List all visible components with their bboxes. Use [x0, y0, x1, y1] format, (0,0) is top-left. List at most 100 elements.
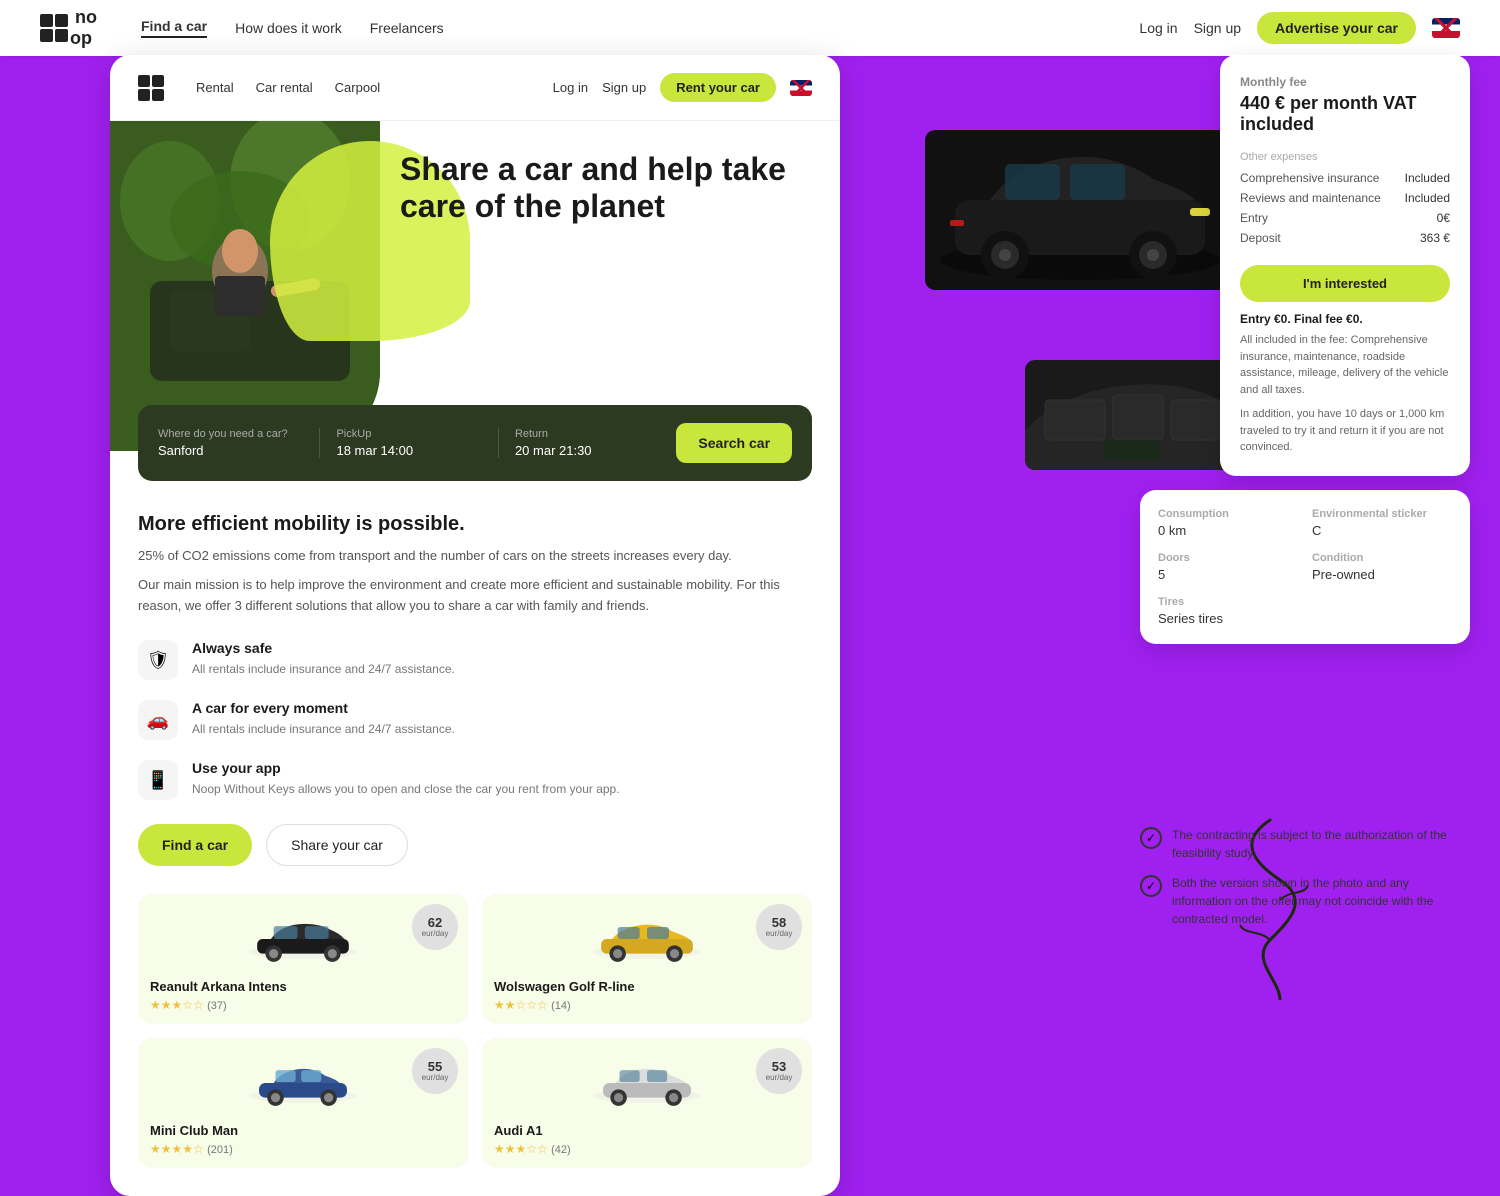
expense-value-2: 0€ [1437, 211, 1450, 225]
top-logo: noop [40, 7, 97, 49]
feature-car-desc: All rentals include insurance and 24/7 a… [192, 720, 455, 738]
car-svg-2 [248, 1055, 358, 1110]
return-value[interactable]: 20 mar 21:30 [515, 443, 660, 458]
card-login[interactable]: Log in [553, 80, 588, 95]
big-car-svg [925, 130, 1235, 290]
doors-label: Doors [1158, 552, 1298, 564]
feature-car: 🚗 A car for every moment All rentals inc… [138, 700, 812, 740]
expense-row-3: Deposit 363 € [1240, 231, 1450, 245]
body-content: More efficient mobility is possible. 25%… [110, 461, 840, 894]
doors-value: 5 [1158, 567, 1298, 582]
env-value: C [1312, 523, 1452, 538]
specs-card: Consumption 0 km Environmental sticker C… [1140, 490, 1470, 644]
expense-row-0: Comprehensive insurance Included [1240, 171, 1450, 185]
consumption-label: Consumption [1158, 508, 1298, 520]
car-name-1: Wolswagen Golf R-line [494, 979, 800, 994]
feature-app-title: Use your app [192, 760, 620, 776]
hero-section: Share a car and help take care of the pl… [110, 121, 840, 461]
check-text-1: Both the version shown in the photo and … [1172, 874, 1470, 928]
top-login[interactable]: Log in [1139, 20, 1177, 36]
check-item-1: ✓ Both the version shown in the photo an… [1140, 874, 1470, 928]
spec-condition: Condition Pre-owned [1312, 552, 1452, 582]
expense-label-2: Entry [1240, 211, 1268, 225]
condition-value: Pre-owned [1312, 567, 1452, 582]
other-expenses-label: Other expenses [1240, 151, 1450, 163]
nav-find-car[interactable]: Find a car [141, 18, 207, 38]
card-nav-carpool[interactable]: Carpool [335, 80, 381, 95]
mobility-title: More efficient mobility is possible. [138, 513, 812, 536]
card-rent-button[interactable]: Rent your car [660, 73, 776, 102]
mobility-para2: Our main mission is to help improve the … [138, 575, 812, 617]
pickup-label: PickUp [336, 428, 481, 440]
car-svg-0 [248, 911, 358, 966]
car-interior-container [1025, 360, 1235, 470]
car-stars-2: ★★★★☆ (201) [150, 1142, 456, 1156]
car-image-0 [150, 906, 456, 971]
car-card-0[interactable]: 62 eur/day Reanult Arkana Intens ★★★☆☆ (… [138, 894, 468, 1024]
feature-safe-title: Always safe [192, 640, 455, 656]
car-name-0: Reanult Arkana Intens [150, 979, 456, 994]
car-card-3[interactable]: 53 eur/day Audi A1 ★★★☆☆ (42) [482, 1038, 812, 1168]
bottom-buttons: Find a car Share your car [138, 824, 812, 866]
feature-safe-desc: All rentals include insurance and 24/7 a… [192, 660, 455, 678]
location-value[interactable]: Sanford [158, 443, 303, 458]
check-icon-0: ✓ [1140, 827, 1162, 849]
safe-icon: 🛡 [138, 640, 178, 680]
main-card: Rental Car rental Carpool Log in Sign up… [110, 55, 840, 1196]
tires-value: Series tires [1158, 611, 1298, 626]
card-nav-right: Log in Sign up Rent your car [553, 73, 812, 102]
car-card-2[interactable]: 55 eur/day Mini Club Man ★★★★☆ (201) [138, 1038, 468, 1168]
try-desc: In addition, you have 10 days or 1,000 k… [1240, 406, 1450, 456]
car-svg-1 [592, 911, 702, 966]
top-nav-links: Find a car How does it work Freelancers [141, 18, 1107, 38]
check-text-0: The contracting is subject to the author… [1172, 826, 1470, 862]
pickup-value[interactable]: 18 mar 14:00 [336, 443, 481, 458]
search-bar: Where do you need a car? Sanford PickUp … [138, 405, 812, 481]
car-svg-3 [592, 1055, 702, 1110]
search-car-button[interactable]: Search car [676, 423, 792, 463]
card-nav-rental[interactable]: Rental [196, 80, 234, 95]
share-car-button[interactable]: Share your car [266, 824, 408, 866]
check-icon-1: ✓ [1140, 875, 1162, 897]
car-stars-0: ★★★☆☆ (37) [150, 998, 456, 1012]
card-navigation: Rental Car rental Carpool Log in Sign up… [110, 55, 840, 121]
car-image-1 [494, 906, 800, 971]
specs-grid: Consumption 0 km Environmental sticker C… [1158, 508, 1452, 626]
car-interior-svg [1025, 360, 1235, 470]
condition-label: Condition [1312, 552, 1452, 564]
monthly-fee-value: 440 € per month VAT included [1240, 93, 1450, 135]
card-signup[interactable]: Sign up [602, 80, 646, 95]
monthly-fee-label: Monthly fee [1240, 75, 1450, 89]
hero-title: Share a car and help take care of the pl… [400, 151, 812, 225]
tires-label: Tires [1158, 596, 1298, 608]
card-nav-car-rental[interactable]: Car rental [256, 80, 313, 95]
top-nav-right: Log in Sign up Advertise your car [1139, 12, 1460, 44]
search-divider-2 [498, 428, 499, 458]
car-image-2 [150, 1050, 456, 1115]
car-cards-grid: 62 eur/day Reanult Arkana Intens ★★★☆☆ (… [110, 894, 840, 1196]
spec-tires: Tires Series tires [1158, 596, 1298, 626]
spec-doors: Doors 5 [1158, 552, 1298, 582]
interested-button[interactable]: I'm interested [1240, 265, 1450, 302]
expense-label-3: Deposit [1240, 231, 1281, 245]
consumption-value: 0 km [1158, 523, 1298, 538]
car-card-1[interactable]: 58 eur/day Wolswagen Golf R-line ★★☆☆☆ (… [482, 894, 812, 1024]
feature-safe: 🛡 Always safe All rentals include insura… [138, 640, 812, 680]
car-icon: 🚗 [138, 700, 178, 740]
check-item-0: ✓ The contracting is subject to the auth… [1140, 826, 1470, 862]
entry-desc: All included in the fee: Comprehensive i… [1240, 332, 1450, 398]
nav-freelancers[interactable]: Freelancers [370, 20, 444, 36]
nav-how-it-works[interactable]: How does it work [235, 20, 342, 36]
card-flag-icon[interactable] [790, 80, 812, 96]
top-signup[interactable]: Sign up [1194, 20, 1241, 36]
spec-consumption: Consumption 0 km [1158, 508, 1298, 538]
find-car-button[interactable]: Find a car [138, 824, 252, 866]
car-stars-3: ★★★☆☆ (42) [494, 1142, 800, 1156]
language-flag-icon[interactable] [1432, 18, 1460, 38]
return-label: Return [515, 428, 660, 440]
expense-row-2: Entry 0€ [1240, 211, 1450, 225]
env-label: Environmental sticker [1312, 508, 1452, 520]
hero-content: Share a car and help take care of the pl… [110, 121, 840, 269]
expense-row-1: Reviews and maintenance Included [1240, 191, 1450, 205]
top-advertise-button[interactable]: Advertise your car [1257, 12, 1416, 44]
